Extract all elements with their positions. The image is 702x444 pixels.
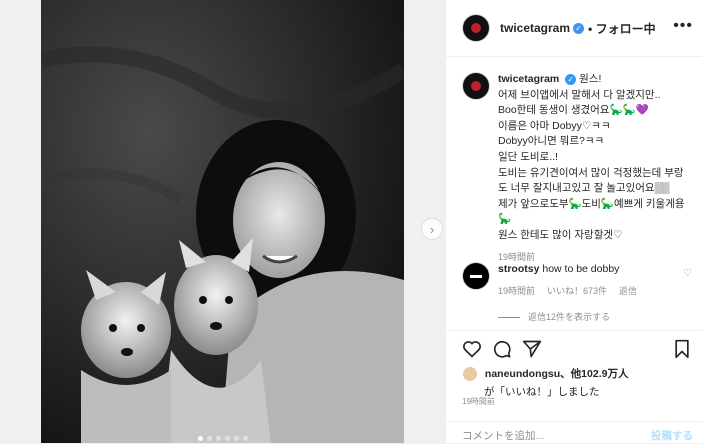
twice-logo-icon [471, 81, 481, 91]
comment-meta: 19時間前 いいね！673件 返信 [498, 284, 694, 298]
comment-likes[interactable]: いいね！673件 [547, 284, 607, 298]
caption-line: Dobyy아니면 뭐르?ㅋㅋ [498, 135, 605, 148]
liker-avatar[interactable] [462, 366, 478, 383]
comment-body: strootsy how to be dobby 19時間前 いいね！673件 … [498, 262, 694, 324]
liked-by: naneundongsu、他102.9万人 が「いいね！」しました [462, 366, 694, 399]
view-replies[interactable]: 返信12件を表示する [498, 310, 694, 324]
share-plane-icon[interactable] [522, 339, 542, 359]
chevron-right-icon: › [429, 221, 435, 237]
carousel-dot [206, 436, 212, 441]
next-photo-button[interactable]: › [421, 218, 443, 240]
post-photo[interactable] [41, 0, 404, 443]
avatar[interactable] [462, 14, 490, 42]
reply-button[interactable]: 返信 [619, 284, 637, 298]
carousel-dot [197, 436, 203, 441]
commenter-avatar[interactable] [462, 262, 490, 290]
carousel-dot [233, 436, 239, 441]
verified-badge-icon: ✓ [573, 22, 585, 34]
post-comment-button[interactable]: 投稿する [651, 428, 693, 443]
caption-avatar[interactable] [462, 72, 490, 100]
post-side-panel: twicetagram ✓ • フォロー中 ••• twicetagram ✓ … [445, 0, 702, 443]
carousel-dot [224, 436, 230, 441]
replies-divider [498, 316, 520, 318]
carousel-dots [197, 436, 248, 441]
twice-logo-icon [471, 23, 481, 33]
liked-by-suffix: が「いいね！」しました [484, 386, 600, 399]
caption-username[interactable]: twicetagram [498, 73, 559, 85]
caption-line: 이름은 아마 Dobyy♡ㅋㅋ [498, 119, 611, 132]
verified-badge-icon: ✓ [565, 73, 577, 85]
comment-bubble-icon[interactable] [492, 339, 512, 359]
post-header: twicetagram ✓ • フォロー中 ••• [446, 0, 702, 57]
caption-line: 제가 앞으로도부🦕도비🦕예쁘게 키울게용 [498, 197, 685, 210]
caption-line: 원스! [579, 73, 602, 85]
like-heart-icon[interactable] [462, 339, 482, 359]
comment-time: 19時間前 [498, 286, 536, 296]
caption-line: 도비는 유기견이여서 많이 걱정했는데 부랑 [498, 166, 684, 179]
comment-text: how to be dobby [542, 263, 620, 275]
header-username[interactable]: twicetagram [500, 21, 570, 35]
avatar-logo-icon [470, 274, 482, 278]
caption-line: Boo한테 동생이 생겼어요🦕🦕💜 [498, 104, 649, 117]
caption-body: twicetagram ✓ 원스! 어제 브이앱에서 말해서 다 알겠지만.. … [498, 72, 694, 265]
liker-others[interactable]: 、他102.9万人 [560, 368, 628, 380]
view-replies-label: 返信12件を表示する [528, 312, 611, 322]
liker-username[interactable]: naneundongsu [485, 368, 560, 380]
bookmark-icon[interactable] [673, 339, 691, 359]
more-options-icon[interactable]: ••• [673, 17, 693, 35]
post-caption: twicetagram ✓ 원스! 어제 브이앱에서 말해서 다 알겠지만.. … [462, 72, 694, 265]
carousel-dot [242, 436, 248, 441]
caption-line: 🦕 [498, 213, 512, 226]
caption-line: 일단 도비로..! [498, 150, 558, 163]
caption-line: 원스 한테도 많이 자랑할겟♡ [498, 228, 623, 241]
caption-line: 도 너무 잘지내고있고 잘 놀고있어요▒▒ [498, 182, 670, 195]
post-time: 19時間前 [462, 397, 495, 406]
following-status[interactable]: • フォロー中 [588, 20, 656, 37]
action-bar [446, 330, 702, 367]
caption-line: 어제 브이앱에서 말해서 다 알겠지만.. [498, 88, 661, 101]
comment-input[interactable]: コメントを追加... [462, 428, 544, 443]
comment-item: strootsy how to be dobby 19時間前 いいね！673件 … [462, 262, 694, 324]
add-comment-bar: コメントを追加... 投稿する [446, 421, 702, 444]
carousel-dot [215, 436, 221, 441]
comment-like-heart-icon[interactable]: ♡ [683, 268, 692, 279]
photo-image [41, 0, 404, 443]
comment-username[interactable]: strootsy [498, 263, 539, 275]
